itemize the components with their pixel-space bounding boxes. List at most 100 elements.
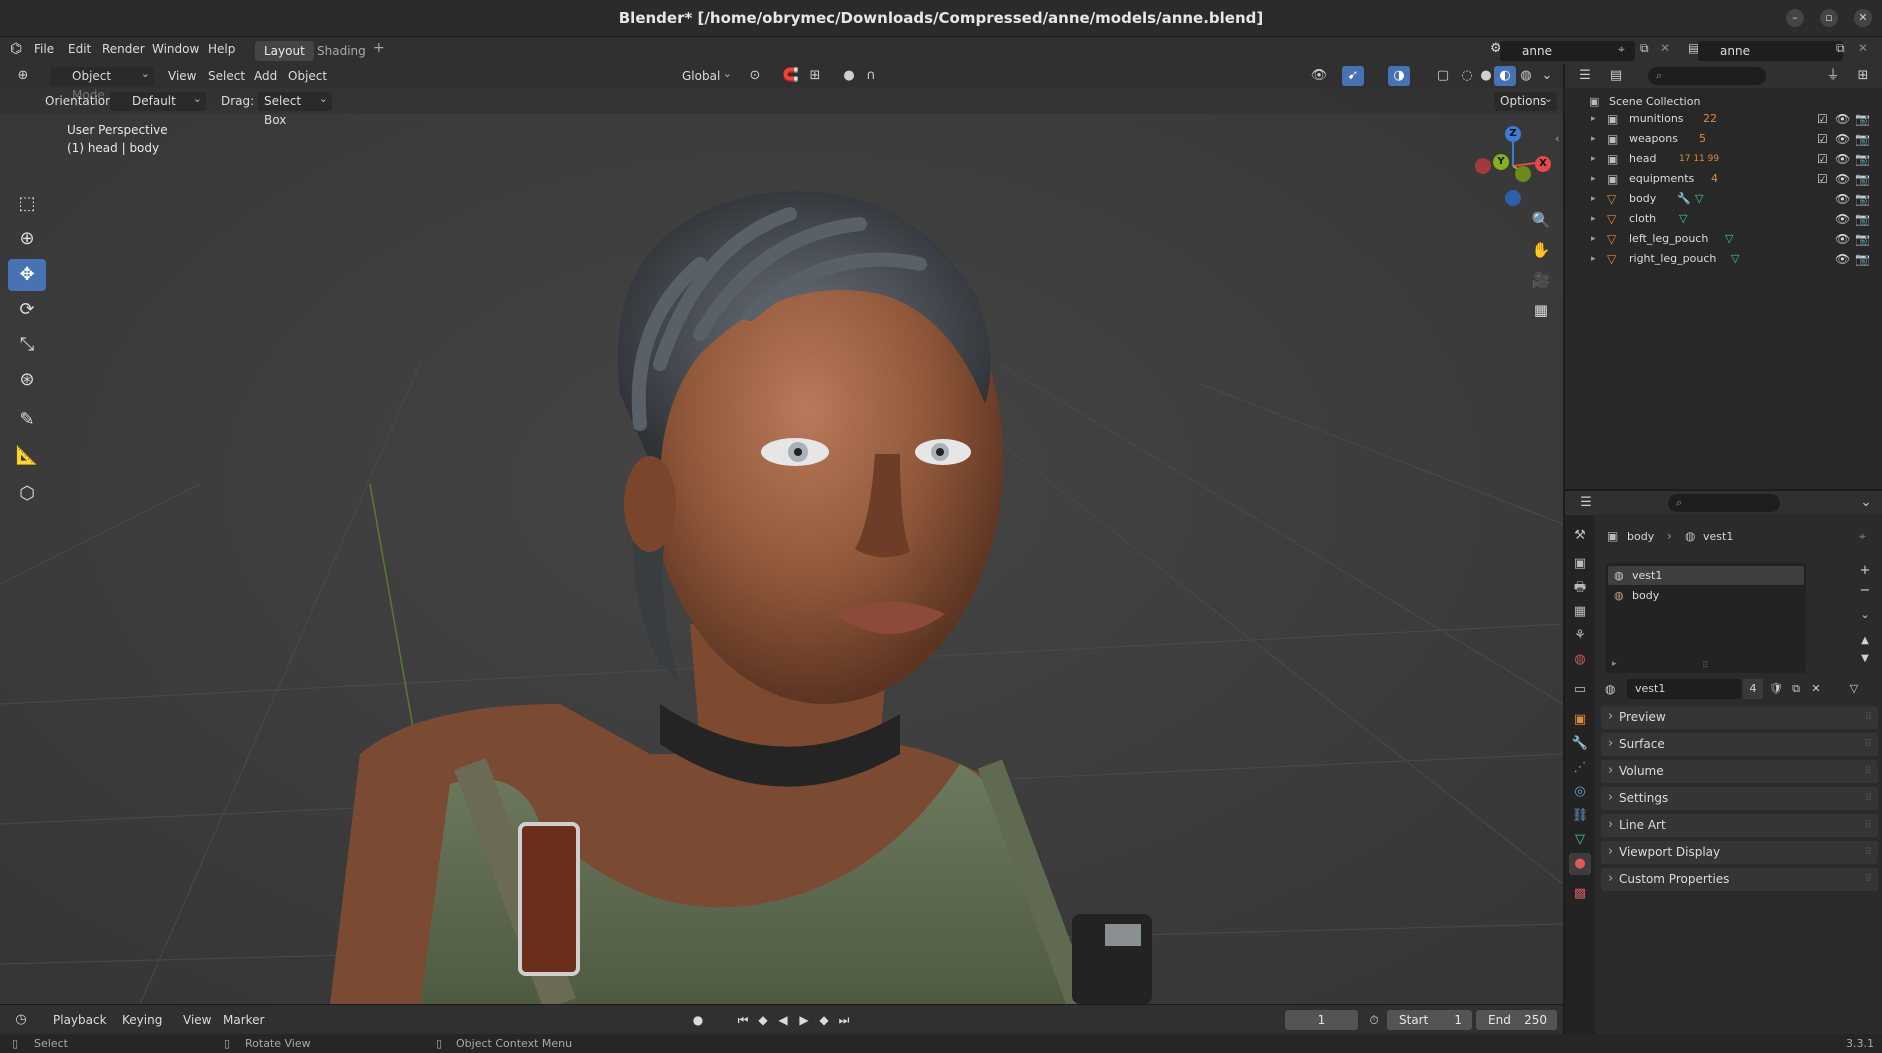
- menu-select[interactable]: Select: [208, 67, 245, 86]
- add-cube-tool-icon[interactable]: ⬡: [8, 478, 46, 510]
- expand-arrow-icon[interactable]: ▸: [1591, 229, 1596, 249]
- exclude-checkbox[interactable]: ☑: [1817, 149, 1828, 169]
- delete-scene-icon[interactable]: ✕: [1660, 41, 1670, 55]
- 3d-viewport[interactable]: ⊕ Object Mode View Select Add Object Glo…: [0, 64, 1563, 1004]
- panel-custom-properties[interactable]: Custom Properties: [1601, 867, 1878, 891]
- breadcrumb-material[interactable]: vest1: [1703, 530, 1733, 543]
- tab-layout[interactable]: Layout: [255, 41, 314, 61]
- eye-icon[interactable]: 👁: [1835, 209, 1850, 229]
- jump-start-icon[interactable]: ⏮: [734, 1011, 752, 1029]
- record-icon[interactable]: ●: [689, 1011, 707, 1029]
- remove-slot-icon[interactable]: −: [1854, 581, 1876, 601]
- scale-tool-icon[interactable]: ⤡: [8, 329, 46, 361]
- properties-options-icon[interactable]: ⌄: [1855, 493, 1877, 513]
- end-frame-field[interactable]: End 250: [1476, 1010, 1557, 1030]
- timeline-editor-icon[interactable]: ◷: [10, 1010, 32, 1030]
- menu-object[interactable]: Object: [288, 67, 327, 86]
- expand-arrow-icon[interactable]: ▸: [1591, 149, 1596, 169]
- object-tab-icon[interactable]: ▣: [1569, 709, 1591, 731]
- output-tab-icon[interactable]: 🖶: [1569, 577, 1591, 599]
- menu-edit[interactable]: Edit: [68, 42, 91, 56]
- exclude-checkbox[interactable]: ☑: [1817, 169, 1828, 189]
- measure-tool-icon[interactable]: 📐: [8, 440, 46, 472]
- tab-shading[interactable]: Shading: [308, 41, 375, 61]
- slot-specials-icon[interactable]: ⌄: [1854, 605, 1876, 625]
- menu-file[interactable]: File: [34, 42, 54, 56]
- material-name-field[interactable]: vest1: [1627, 679, 1741, 699]
- snap-icon[interactable]: 🧲: [780, 66, 802, 86]
- minimize-icon[interactable]: –: [1786, 9, 1804, 27]
- menu-playback[interactable]: Playback: [53, 1011, 107, 1030]
- duplicate-material-icon[interactable]: ⧉: [1785, 679, 1807, 699]
- jump-end-icon[interactable]: ⏭: [835, 1011, 853, 1029]
- eye-icon[interactable]: 👁: [1835, 189, 1850, 209]
- close-icon[interactable]: ✕: [1854, 9, 1872, 27]
- browse-material-icon[interactable]: ◍: [1605, 682, 1615, 696]
- camera-icon[interactable]: 📷: [1855, 169, 1870, 189]
- move-slot-up-icon[interactable]: ▲: [1854, 631, 1876, 651]
- texture-tab-icon[interactable]: ▩: [1569, 883, 1591, 905]
- drag-dropdown[interactable]: Select Box: [258, 89, 332, 127]
- ortho-toggle-icon[interactable]: ▦: [1527, 296, 1555, 324]
- camera-icon[interactable]: 📷: [1855, 229, 1870, 249]
- eye-icon[interactable]: 👁: [1835, 229, 1850, 249]
- gizmo-neg-y[interactable]: [1515, 166, 1531, 182]
- panel-viewport-display[interactable]: Viewport Display: [1601, 840, 1878, 864]
- expand-arrow-icon[interactable]: ▸: [1591, 189, 1596, 209]
- camera-icon[interactable]: 📷: [1855, 189, 1870, 209]
- material-shading-icon[interactable]: ◐: [1494, 66, 1516, 86]
- slot-list-resize-icon[interactable]: ⠿: [1702, 661, 1709, 671]
- new-scene-icon[interactable]: ⧉: [1640, 41, 1649, 56]
- expand-arrow-icon[interactable]: ▸: [1591, 249, 1596, 269]
- panel-surface[interactable]: Surface: [1601, 732, 1878, 756]
- maximize-icon[interactable]: ▫: [1820, 9, 1838, 27]
- properties-editor-icon[interactable]: ☰: [1575, 493, 1597, 513]
- expand-arrow-icon[interactable]: ▸: [1591, 109, 1596, 129]
- gizmo-z-axis[interactable]: Z: [1505, 126, 1521, 142]
- eye-icon[interactable]: 👁: [1835, 149, 1850, 169]
- gizmo-neg-x[interactable]: [1475, 158, 1491, 174]
- camera-view-icon[interactable]: 🎥: [1527, 266, 1555, 294]
- material-slot-list[interactable]: ◍ vest1 ◍ body ▸ ⠿: [1606, 563, 1806, 673]
- xray-icon[interactable]: ▢: [1432, 66, 1454, 86]
- expand-arrow-icon[interactable]: ▸: [1591, 209, 1596, 229]
- outliner-row[interactable]: ▸ ▣ weapons 5 ☑ 👁 📷: [1565, 129, 1882, 149]
- camera-icon[interactable]: 📷: [1855, 249, 1870, 269]
- camera-icon[interactable]: 📷: [1855, 149, 1870, 169]
- properties-search-input[interactable]: ⌕: [1668, 494, 1780, 512]
- orientation-dropdown[interactable]: Default: [110, 89, 206, 111]
- pin-icon[interactable]: ⌖: [1618, 42, 1625, 57]
- menu-add[interactable]: Add: [254, 67, 277, 86]
- outliner-row[interactable]: ▸ ▣ head 17 11 99 ☑ 👁 📷: [1565, 149, 1882, 169]
- rendered-shading-icon[interactable]: ◍: [1515, 66, 1537, 86]
- outliner-row[interactable]: ▸ ▽ left_leg_pouch ▽ 👁 📷: [1565, 229, 1882, 249]
- modifier-tab-icon[interactable]: 🔧: [1569, 733, 1591, 755]
- eye-icon[interactable]: 👁: [1835, 129, 1850, 149]
- pin-properties-icon[interactable]: ⌖: [1859, 529, 1866, 544]
- menu-help[interactable]: Help: [208, 42, 235, 56]
- material-slot-row[interactable]: ◍ vest1: [1608, 566, 1804, 585]
- material-slot-row[interactable]: ◍ body: [1608, 586, 1804, 605]
- transform-orientation-dropdown[interactable]: Global: [660, 64, 736, 86]
- pan-hand-icon[interactable]: ✋: [1527, 236, 1555, 264]
- visibility-icon[interactable]: 👁: [1308, 66, 1330, 86]
- exclude-checkbox[interactable]: ☑: [1817, 129, 1828, 149]
- mode-dropdown[interactable]: Object Mode: [50, 64, 154, 102]
- panel-preview[interactable]: Preview: [1601, 705, 1878, 729]
- display-mode-icon[interactable]: ▤: [1605, 66, 1627, 86]
- gizmo-y-axis[interactable]: Y: [1493, 154, 1509, 170]
- sidebar-toggle-icon[interactable]: ‹: [1555, 132, 1559, 145]
- breadcrumb-object[interactable]: body: [1627, 530, 1654, 543]
- user-count-badge[interactable]: 4: [1743, 679, 1763, 699]
- outliner-editor-icon[interactable]: ☰: [1574, 66, 1596, 86]
- constraints-tab-icon[interactable]: ⛓: [1569, 805, 1591, 827]
- new-view-layer-icon[interactable]: ⧉: [1836, 41, 1845, 56]
- scene-selector[interactable]: anne: [1500, 41, 1635, 61]
- zoom-icon[interactable]: 🔍: [1527, 206, 1555, 234]
- eye-icon[interactable]: 👁: [1835, 169, 1850, 189]
- view-layer-tab-icon[interactable]: ▦: [1569, 601, 1591, 623]
- menu-keying[interactable]: Keying: [122, 1011, 162, 1030]
- cursor-tool-icon[interactable]: ⊕: [8, 223, 46, 255]
- move-slot-down-icon[interactable]: ▼: [1854, 649, 1876, 669]
- slot-list-expand-icon[interactable]: ▸: [1612, 659, 1617, 669]
